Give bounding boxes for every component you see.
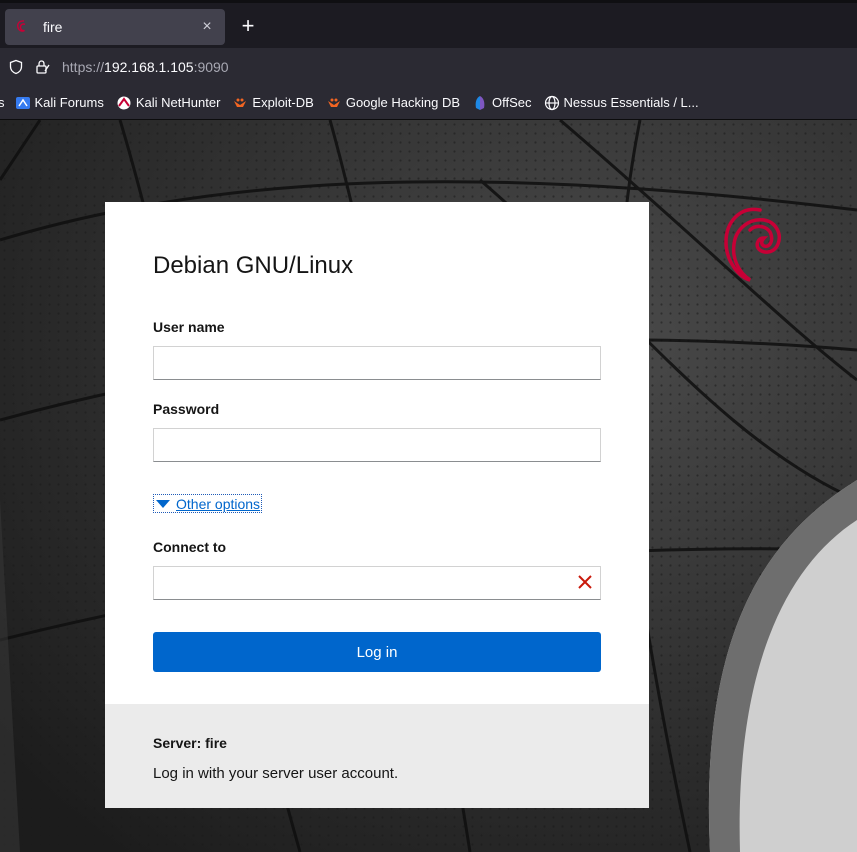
bookmark-kali-nethunter[interactable]: Kali NetHunter <box>116 95 221 111</box>
url-bar[interactable]: https://192.168.1.105:9090 <box>0 52 857 82</box>
bookmark-label: Google Hacking DB <box>345 95 460 110</box>
bookmark-google-hacking-db[interactable]: Google Hacking DB <box>326 95 460 111</box>
bookmark-nessus[interactable]: Nessus Essentials / L... <box>544 95 699 111</box>
card-footer: Server: fire Log in with your server use… <box>105 704 649 808</box>
caret-down-icon <box>156 500 170 508</box>
shield-icon[interactable] <box>8 59 24 75</box>
login-help-text: Log in with your server user account. <box>153 765 399 782</box>
server-name: Server: fire <box>153 735 227 751</box>
url-text[interactable]: https://192.168.1.105:9090 <box>62 59 229 75</box>
browser-tab[interactable]: fire × <box>5 9 225 45</box>
login-card: Debian GNU/Linux User name Password Othe… <box>105 202 649 808</box>
bookmark-label: OffSec <box>492 95 532 110</box>
globe-icon <box>544 95 560 111</box>
bookmark-label: Kali Forums <box>34 95 104 110</box>
bookmarks-toolbar: s Kali Forums Kali NetHunter Exploit-DB … <box>0 86 857 120</box>
ghdb-icon <box>326 95 342 111</box>
bookmark-exploit-db[interactable]: Exploit-DB <box>232 95 314 111</box>
login-button[interactable]: Log in <box>153 632 601 672</box>
bookmark-label: Nessus Essentials / L... <box>563 95 699 110</box>
page-viewport: Debian GNU/Linux User name Password Othe… <box>0 120 857 852</box>
other-options-link[interactable]: Other options <box>176 496 260 512</box>
bookmark-kali-forums[interactable]: Kali Forums <box>15 95 104 111</box>
bookmark-label: Exploit-DB <box>252 95 314 110</box>
close-tab-icon[interactable]: × <box>199 19 215 35</box>
clear-x-icon[interactable] <box>575 572 595 592</box>
connect-to-label: Connect to <box>153 539 227 555</box>
bookmark-offsec[interactable]: OffSec <box>472 95 532 111</box>
page-title: Debian GNU/Linux <box>153 252 354 279</box>
username-input[interactable] <box>153 346 601 380</box>
offsec-icon <box>472 95 488 111</box>
nav-bar: https://192.168.1.105:9090 <box>0 48 857 86</box>
debian-favicon-icon <box>17 20 26 32</box>
tab-strip: fire × + <box>0 0 857 48</box>
url-host: 192.168.1.105 <box>104 59 194 75</box>
new-tab-button[interactable]: + <box>237 15 259 38</box>
username-label: User name <box>153 319 225 335</box>
other-options-toggle[interactable]: Other options <box>153 494 263 513</box>
nethunter-icon <box>116 95 132 111</box>
tab-title: fire <box>43 19 63 35</box>
debian-swirl-logo <box>724 207 781 282</box>
url-scheme: https:// <box>62 59 105 75</box>
bookmark-label: Kali NetHunter <box>135 95 221 110</box>
connect-to-field <box>153 566 601 600</box>
url-port: :9090 <box>193 59 229 75</box>
bookmark-cut[interactable]: s <box>0 95 5 110</box>
connect-to-input[interactable] <box>153 566 601 600</box>
kali-icon <box>15 95 31 111</box>
password-input[interactable] <box>153 428 601 462</box>
exploitdb-icon <box>232 95 248 111</box>
password-label: Password <box>153 401 220 417</box>
lock-warning-icon[interactable] <box>34 59 50 75</box>
